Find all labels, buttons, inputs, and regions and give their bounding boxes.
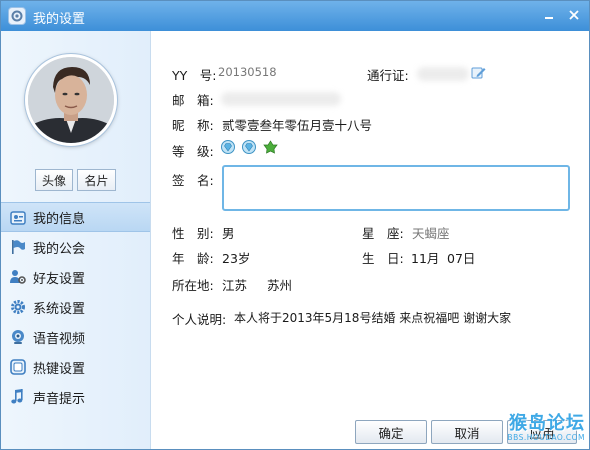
sidebar-item-friend-settings[interactable]: 好友设置 bbox=[1, 262, 150, 292]
settings-window: 我的设置 头像 名片 我的信息 我的公会 好友设置 系统设置 语音视频 热键设置… bbox=[0, 0, 590, 450]
yy-number-value: 20130518 bbox=[218, 65, 277, 79]
settings-nav: 我的信息 我的公会 好友设置 系统设置 语音视频 热键设置 声音提示 bbox=[1, 202, 150, 412]
title-bar: 我的设置 bbox=[1, 1, 589, 31]
sidebar: 头像 名片 我的信息 我的公会 好友设置 系统设置 语音视频 热键设置 声音提示 bbox=[1, 31, 151, 449]
sidebar-item-label: 系统设置 bbox=[33, 301, 86, 317]
my-info-panel: YY 号: 20130518 通行证: 邮 箱: 昵 称: 贰零壹叁年零伍月壹十… bbox=[151, 31, 589, 449]
profile-icon bbox=[10, 211, 26, 225]
sidebar-item-label: 语音视频 bbox=[33, 331, 86, 347]
description-value: 本人将于2013年5月18号结婚 来点祝福吧 谢谢大家 bbox=[234, 311, 512, 325]
diamond-level-icon bbox=[241, 139, 256, 154]
watermark-url: BBS.HOUDAO.COM bbox=[507, 433, 585, 442]
email-label: 邮 箱: bbox=[172, 93, 214, 108]
sidebar-item-voice-video[interactable]: 语音视频 bbox=[1, 322, 150, 352]
birthday-label: 生 日: bbox=[362, 251, 404, 266]
level-gems bbox=[221, 139, 281, 154]
nickname-label: 昵 称: bbox=[172, 118, 214, 133]
hotkey-icon bbox=[10, 359, 26, 375]
email-value-redacted bbox=[221, 92, 341, 106]
sidebar-item-label: 我的公会 bbox=[33, 241, 86, 257]
watermark-title: 猴岛论坛 bbox=[509, 413, 585, 434]
gender-value: 男 bbox=[222, 226, 235, 241]
passport-value-redacted bbox=[417, 67, 469, 81]
minimize-icon bbox=[545, 17, 553, 19]
music-note-icon bbox=[11, 389, 23, 404]
level-label: 等 级: bbox=[172, 144, 214, 159]
avatar[interactable] bbox=[25, 54, 117, 146]
sidebar-item-label: 我的信息 bbox=[33, 211, 86, 227]
settings-app-icon bbox=[8, 7, 26, 25]
constellation-value: 天蝎座 bbox=[412, 226, 450, 241]
age-label: 年 龄: bbox=[172, 251, 214, 266]
sidebar-item-my-info[interactable]: 我的信息 bbox=[1, 202, 150, 232]
passport-label: 通行证: bbox=[367, 68, 409, 83]
window-title: 我的设置 bbox=[33, 12, 86, 27]
constellation-label: 星 座: bbox=[362, 226, 404, 241]
gender-label: 性 别: bbox=[172, 226, 214, 241]
close-icon bbox=[569, 10, 579, 20]
cancel-button[interactable]: 取消 bbox=[431, 420, 503, 444]
signature-input[interactable] bbox=[222, 165, 570, 211]
sidebar-item-label: 声音提示 bbox=[33, 391, 86, 407]
location-city: 苏州 bbox=[267, 278, 293, 293]
forum-watermark-logo: 猴岛论坛 BBS.HOUDAO.COM bbox=[495, 409, 589, 449]
description-label: 个人说明: bbox=[172, 312, 227, 327]
birthday-month: 11月 bbox=[411, 251, 440, 266]
diamond-level-icon bbox=[221, 139, 235, 154]
signature-label: 签 名: bbox=[172, 173, 214, 188]
age-value: 23岁 bbox=[222, 251, 251, 266]
edit-pencil-icon[interactable] bbox=[471, 65, 486, 80]
green-crown-level-icon bbox=[262, 139, 278, 154]
minimize-button[interactable] bbox=[539, 6, 559, 24]
friend-settings-icon bbox=[10, 270, 26, 284]
sidebar-item-system-settings[interactable]: 系统设置 bbox=[1, 292, 150, 322]
avatar-button[interactable]: 头像 bbox=[35, 169, 73, 191]
gear-icon bbox=[11, 300, 25, 314]
yy-number-label: YY 号: bbox=[172, 68, 217, 83]
avatar-portrait-image bbox=[28, 57, 114, 143]
birthday-day: 07日 bbox=[447, 251, 476, 266]
sidebar-item-label: 热键设置 bbox=[33, 361, 86, 377]
sidebar-item-hotkey-settings[interactable]: 热键设置 bbox=[1, 352, 150, 382]
location-label: 所在地: bbox=[172, 278, 214, 293]
ok-button[interactable]: 确定 bbox=[355, 420, 427, 444]
nickname-value: 贰零壹叁年零伍月壹十八号 bbox=[222, 118, 373, 133]
location-province: 江苏 bbox=[222, 278, 248, 293]
sidebar-item-sound-alert[interactable]: 声音提示 bbox=[1, 382, 150, 412]
flag-icon bbox=[12, 240, 25, 254]
sidebar-item-my-guild[interactable]: 我的公会 bbox=[1, 232, 150, 262]
close-button[interactable] bbox=[564, 6, 584, 24]
webcam-icon bbox=[12, 330, 24, 344]
business-card-button[interactable]: 名片 bbox=[77, 169, 116, 191]
sidebar-item-label: 好友设置 bbox=[33, 271, 86, 287]
